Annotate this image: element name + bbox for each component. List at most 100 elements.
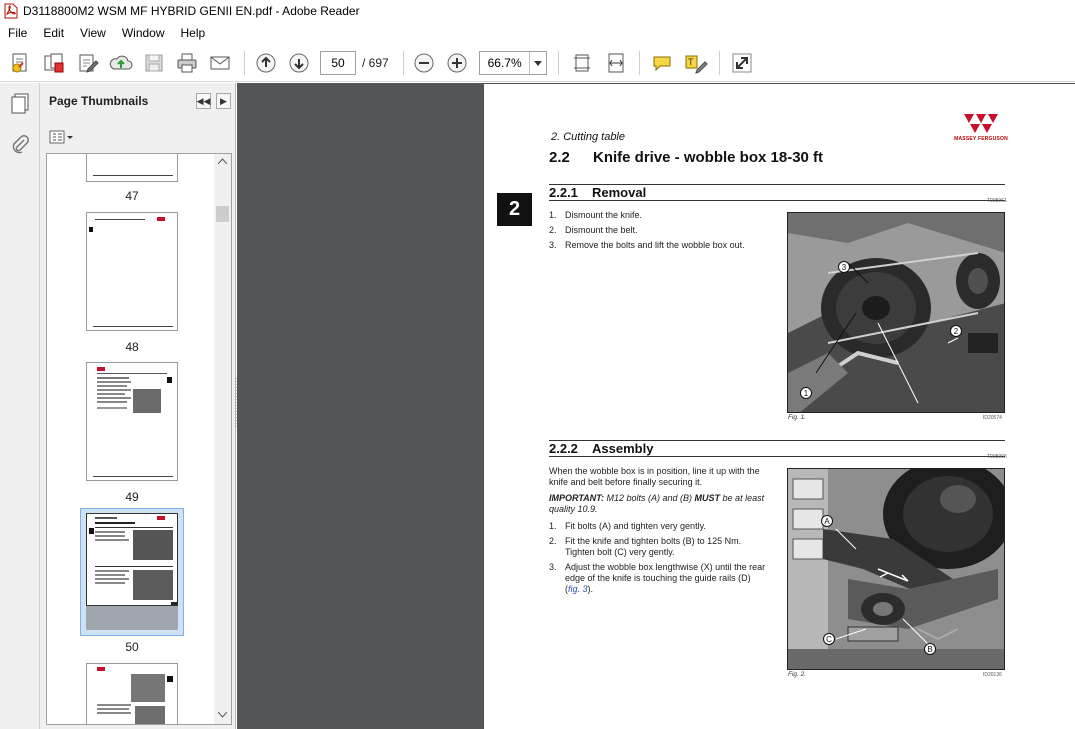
separator xyxy=(558,51,559,75)
create-pdf-icon[interactable] xyxy=(8,50,34,76)
page-number-input[interactable]: 50 xyxy=(320,51,356,75)
email-icon[interactable] xyxy=(207,50,233,76)
list-item: 3. Adjust the wobble box lengthwise (X) u… xyxy=(549,562,766,594)
fit-page-icon[interactable] xyxy=(569,50,595,76)
hide-panel-button[interactable]: ▶ xyxy=(216,93,231,109)
thumbnail-label: 48 xyxy=(125,340,139,354)
figure-caption: Fig. 1. xyxy=(788,414,807,421)
callout: C xyxy=(823,633,835,645)
menu-window[interactable]: Window xyxy=(114,26,173,40)
menu-view[interactable]: View xyxy=(72,26,114,40)
subsection-heading-removal: 2.2.1 Removal xyxy=(549,185,646,200)
separator xyxy=(244,51,245,75)
thumbnail-panel: Page Thumbnails ◀◀ ▶ 47 48 49 50 xyxy=(40,83,236,729)
important-must: MUST xyxy=(694,493,721,503)
comment-icon[interactable] xyxy=(649,50,675,76)
list-item: 2. Dismount the belt. xyxy=(549,225,638,235)
figure-caption: Fig. 2. xyxy=(788,671,807,678)
doc-code: T005965 xyxy=(987,454,1007,460)
previous-page-icon[interactable] xyxy=(253,50,279,76)
upload-icon[interactable] xyxy=(108,50,134,76)
thumbnail-page-50[interactable] xyxy=(86,513,178,606)
scroll-up-icon[interactable] xyxy=(218,158,227,164)
section-heading: 2.2 Knife drive - wobble box 18-30 ft xyxy=(549,149,823,166)
subsection-number: 2.2.1 xyxy=(549,185,578,200)
important-text: M12 bolts (A) and (B) xyxy=(604,493,695,503)
page-thumbnails-icon[interactable] xyxy=(7,89,33,117)
save-icon[interactable] xyxy=(141,50,167,76)
important-label: IMPORTANT: xyxy=(549,493,604,503)
navigation-rail xyxy=(0,83,40,729)
separator xyxy=(719,51,720,75)
pdf-page: 2. Cutting table MASSEY FERGUSON 2.2 Knif… xyxy=(484,84,1075,729)
window-title: D3118800M2 WSM MF HYBRID GENII EN.pdf - … xyxy=(23,4,360,18)
callout: 3 xyxy=(838,261,850,273)
thumbnail-label: 47 xyxy=(125,189,139,203)
section-number: 2.2 xyxy=(549,149,570,166)
menu-file[interactable]: File xyxy=(0,26,35,40)
assembly-steps: 1. Fit bolts (A) and tighten very gently.… xyxy=(549,521,767,599)
print-icon[interactable] xyxy=(174,50,200,76)
expand-icon[interactable] xyxy=(729,50,755,76)
svg-text:T: T xyxy=(688,57,694,67)
highlight-icon[interactable]: T xyxy=(683,50,709,76)
scroll-down-icon[interactable] xyxy=(218,712,227,718)
chapter-badge: 2 xyxy=(497,193,532,226)
zoom-in-icon[interactable] xyxy=(444,50,470,76)
list-item: 2. Fit the knife and tighten bolts (B) to… xyxy=(549,536,742,557)
list-item: 3. Remove the bolts and lift the wobble b… xyxy=(549,240,745,250)
subsection-title: Removal xyxy=(592,185,647,200)
edit-icon[interactable] xyxy=(75,50,101,76)
doc-code: T005961 xyxy=(987,198,1007,204)
important-note: IMPORTANT: M12 bolts (A) and (B) MUST be… xyxy=(549,493,769,515)
figure-2-photo: A C B xyxy=(787,468,1005,670)
removal-steps: 1. Dismount the knife. 2. Dismount the bel… xyxy=(549,210,774,255)
thumbnail-list[interactable]: 47 48 49 50 xyxy=(46,153,232,725)
section-title: Knife drive - wobble box 18-30 ft xyxy=(593,149,824,166)
next-page-icon[interactable] xyxy=(286,50,312,76)
chevron-down-icon[interactable] xyxy=(529,52,546,74)
menu-edit[interactable]: Edit xyxy=(35,26,72,40)
menu-bar: File Edit View Window Help xyxy=(0,22,1075,44)
figure-1-photo: 3 2 1 xyxy=(787,212,1005,413)
list-item: 1. Dismount the knife. xyxy=(549,210,643,220)
thumbnail-label: 50 xyxy=(125,640,139,654)
zoom-out-icon[interactable] xyxy=(411,50,437,76)
massey-ferguson-logo: MASSEY FERGUSON xyxy=(954,112,1008,146)
combine-icon[interactable] xyxy=(41,50,67,76)
separator xyxy=(639,51,640,75)
subsection-number: 2.2.2 xyxy=(549,441,578,456)
callout: B xyxy=(924,643,936,655)
scrollbar-thumb[interactable] xyxy=(216,206,229,222)
divider xyxy=(549,200,1005,201)
thumbnail-page-47[interactable] xyxy=(86,154,178,182)
thumbnail-page-51[interactable] xyxy=(86,663,178,724)
callout: 1 xyxy=(800,387,812,399)
divider xyxy=(549,456,1005,457)
chapter-header: 2. Cutting table xyxy=(551,131,625,143)
menu-help[interactable]: Help xyxy=(173,26,214,40)
thumbnail-scrollbar[interactable] xyxy=(214,154,231,724)
callout: 2 xyxy=(950,325,962,337)
thumbnail-page-49[interactable] xyxy=(86,362,178,481)
zoom-value: 66.7% xyxy=(487,56,522,70)
figure-link[interactable]: fig. 3 xyxy=(568,584,588,594)
attachment-icon[interactable] xyxy=(7,131,33,159)
collapse-panel-button[interactable]: ◀◀ xyxy=(196,93,211,109)
subsection-title: Assembly xyxy=(592,441,654,456)
options-menu-button[interactable] xyxy=(49,129,75,145)
subsection-heading-assembly: 2.2.2 Assembly xyxy=(549,441,653,456)
page-total: / 697 xyxy=(362,56,389,70)
toolbar: 50 / 697 66.7% T xyxy=(0,44,1075,82)
list-item: 1. Fit bolts (A) and tighten very gently. xyxy=(549,521,706,531)
callout: A xyxy=(821,515,833,527)
thumbnail-page-50-gray xyxy=(86,606,178,630)
logo-text: MASSEY FERGUSON xyxy=(954,136,1008,142)
assembly-intro: When the wobble box is in position, line… xyxy=(549,466,760,487)
fit-width-icon[interactable] xyxy=(603,50,629,76)
separator xyxy=(403,51,404,75)
thumbnail-page-48[interactable] xyxy=(86,212,178,331)
title-bar: D3118800M2 WSM MF HYBRID GENII EN.pdf - … xyxy=(0,0,1075,22)
thumbnail-label: 49 xyxy=(125,490,139,504)
zoom-select[interactable]: 66.7% xyxy=(479,51,547,75)
